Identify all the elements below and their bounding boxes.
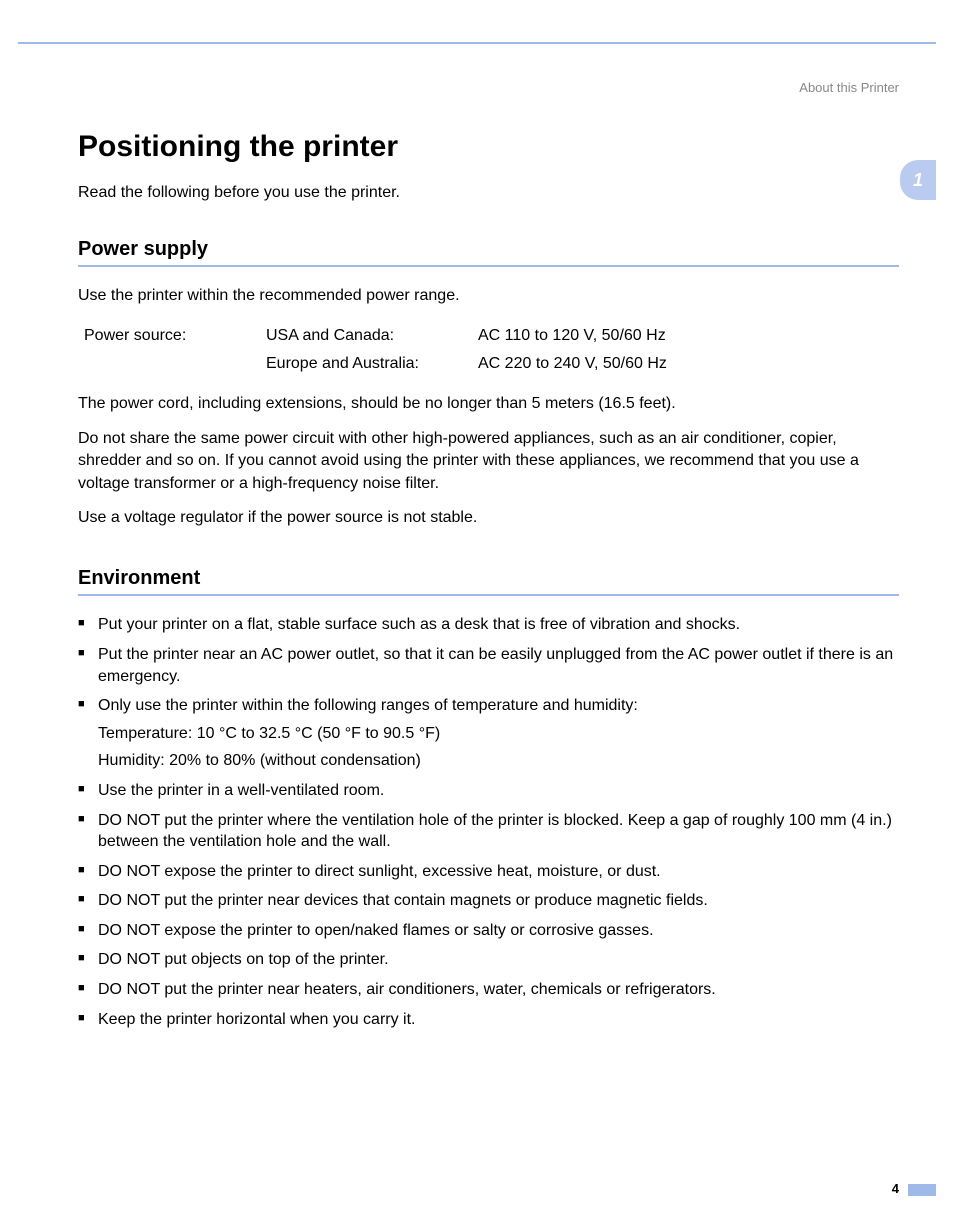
list-item-text: DO NOT put the printer near devices that…	[98, 892, 708, 909]
power-para: The power cord, including extensions, sh…	[78, 393, 899, 415]
running-head: About this Printer	[799, 80, 899, 95]
power-source-spec: AC 220 to 240 V, 50/60 Hz	[478, 351, 667, 377]
list-item: DO NOT put the printer near heaters, air…	[78, 979, 899, 1001]
list-item: DO NOT expose the printer to direct sunl…	[78, 861, 899, 883]
list-item-text: DO NOT put the printer where the ventila…	[98, 812, 892, 851]
chapter-tab: 1	[900, 160, 936, 200]
page: About this Printer 1 Positioning the pri…	[0, 0, 954, 1232]
table-row: Power source: USA and Canada: AC 110 to …	[84, 323, 667, 349]
top-rule	[18, 42, 936, 44]
list-item-subtext: Humidity: 20% to 80% (without condensati…	[98, 750, 899, 772]
intro-text: Read the following before you use the pr…	[78, 184, 899, 202]
power-supply-lead: Use the printer within the recommended p…	[78, 285, 899, 307]
list-item-text: DO NOT put objects on top of the printer…	[98, 951, 389, 968]
list-item-text: Keep the printer horizontal when you car…	[98, 1011, 416, 1028]
list-item-subtext: Temperature: 10 °C to 32.5 °C (50 °F to …	[98, 723, 899, 745]
list-item-text: DO NOT expose the printer to open/naked …	[98, 922, 654, 939]
power-source-region: Europe and Australia:	[266, 351, 476, 377]
list-item: Put the printer near an AC power outlet,…	[78, 644, 899, 687]
section-heading-environment: Environment	[78, 567, 899, 596]
list-item: DO NOT expose the printer to open/naked …	[78, 920, 899, 942]
table-row: Europe and Australia: AC 220 to 240 V, 5…	[84, 351, 667, 377]
list-item: Use the printer in a well-ventilated roo…	[78, 780, 899, 802]
environment-list: Put your printer on a flat, stable surfa…	[78, 614, 899, 1030]
power-source-label: Power source:	[84, 323, 264, 349]
power-source-table: Power source: USA and Canada: AC 110 to …	[82, 321, 669, 379]
page-number: 4	[892, 1181, 899, 1196]
list-item: Only use the printer within the followin…	[78, 695, 899, 772]
section-heading-power-supply: Power supply	[78, 238, 899, 267]
power-source-spec: AC 110 to 120 V, 50/60 Hz	[478, 323, 667, 349]
content-area: Positioning the printer Read the followi…	[78, 130, 899, 1038]
list-item-text: Put the printer near an AC power outlet,…	[98, 646, 893, 685]
page-number-mark	[908, 1184, 936, 1196]
list-item: Put your printer on a flat, stable surfa…	[78, 614, 899, 636]
list-item-text: DO NOT expose the printer to direct sunl…	[98, 863, 661, 880]
list-item-text: Use the printer in a well-ventilated roo…	[98, 782, 384, 799]
list-item: Keep the printer horizontal when you car…	[78, 1009, 899, 1031]
power-para: Do not share the same power circuit with…	[78, 428, 899, 495]
list-item: DO NOT put the printer near devices that…	[78, 890, 899, 912]
power-source-region: USA and Canada:	[266, 323, 476, 349]
list-item: DO NOT put objects on top of the printer…	[78, 949, 899, 971]
list-item-text: Only use the printer within the followin…	[98, 697, 638, 714]
empty-cell	[84, 351, 264, 377]
list-item: DO NOT put the printer where the ventila…	[78, 810, 899, 853]
list-item-text: Put your printer on a flat, stable surfa…	[98, 616, 740, 633]
power-para: Use a voltage regulator if the power sou…	[78, 507, 899, 529]
list-item-text: DO NOT put the printer near heaters, air…	[98, 981, 716, 998]
page-title: Positioning the printer	[78, 130, 899, 164]
